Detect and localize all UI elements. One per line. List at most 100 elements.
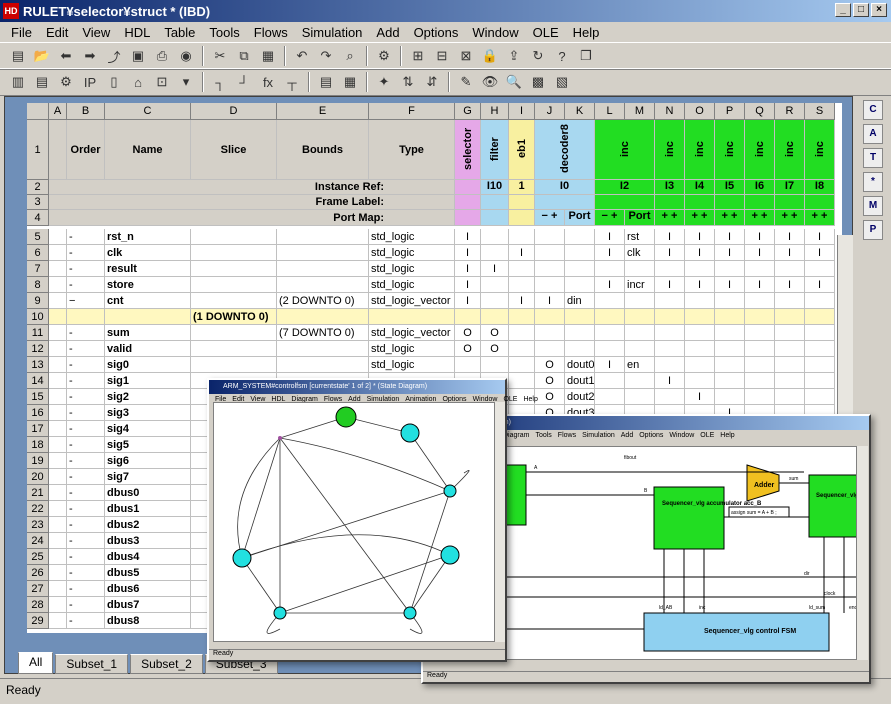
pen-icon[interactable]: ✎ bbox=[455, 71, 477, 93]
chip2-icon[interactable]: ▧ bbox=[551, 71, 573, 93]
cell-o[interactable] bbox=[685, 341, 715, 357]
cell-name[interactable]: dbus3 bbox=[105, 533, 191, 549]
cell-g[interactable]: I bbox=[455, 277, 481, 293]
cell-a[interactable] bbox=[49, 261, 67, 277]
state-1[interactable] bbox=[400, 423, 420, 443]
instance-header[interactable]: inc bbox=[655, 120, 685, 180]
cell-k[interactable] bbox=[565, 325, 595, 341]
cell-i[interactable] bbox=[509, 325, 535, 341]
cell-k[interactable] bbox=[565, 309, 595, 325]
cell-q[interactable] bbox=[745, 309, 775, 325]
menu-edit[interactable]: Edit bbox=[39, 25, 75, 40]
cell-k[interactable] bbox=[565, 277, 595, 293]
cell-i[interactable] bbox=[509, 373, 535, 389]
tab-subset_2[interactable]: Subset_2 bbox=[130, 654, 203, 674]
cell-name[interactable]: cnt bbox=[105, 293, 191, 309]
cell-r[interactable] bbox=[775, 389, 805, 405]
cell-l[interactable] bbox=[595, 293, 625, 309]
cell-k[interactable]: dout0 bbox=[565, 357, 595, 373]
row-header[interactable]: 1 bbox=[27, 120, 49, 180]
cell-q[interactable] bbox=[745, 357, 775, 373]
cell-p[interactable] bbox=[715, 389, 745, 405]
globe-icon[interactable]: ◉ bbox=[175, 45, 197, 67]
cell-o[interactable] bbox=[685, 325, 715, 341]
cell-order[interactable]: - bbox=[67, 565, 105, 581]
col-header-j[interactable]: J bbox=[535, 103, 565, 120]
row-header[interactable]: 14 bbox=[27, 373, 49, 389]
portmap-cell[interactable]: − + bbox=[595, 210, 625, 226]
row-header[interactable]: 9 bbox=[27, 293, 49, 309]
row-header[interactable]: 6 bbox=[27, 245, 49, 261]
cell-i[interactable]: I bbox=[509, 245, 535, 261]
cell-order[interactable]: - bbox=[67, 389, 105, 405]
cell-name[interactable]: sig5 bbox=[105, 437, 191, 453]
portmap-cell[interactable]: + + bbox=[655, 210, 685, 226]
row-header[interactable]: 7 bbox=[27, 261, 49, 277]
cell-r[interactable] bbox=[775, 341, 805, 357]
cell-a[interactable] bbox=[49, 501, 67, 517]
cell-order[interactable]: - bbox=[67, 533, 105, 549]
cell-l[interactable] bbox=[595, 309, 625, 325]
cell-name[interactable] bbox=[105, 309, 191, 325]
cell-l[interactable] bbox=[595, 341, 625, 357]
cell-r[interactable] bbox=[775, 309, 805, 325]
cell-name[interactable]: dbus5 bbox=[105, 565, 191, 581]
cell-h[interactable]: I bbox=[481, 261, 509, 277]
corner-cell[interactable] bbox=[27, 103, 49, 120]
cell-l[interactable]: I bbox=[595, 245, 625, 261]
cell-nn[interactable] bbox=[655, 389, 685, 405]
cell-nn[interactable]: I bbox=[655, 373, 685, 389]
cell-bounds[interactable] bbox=[277, 341, 369, 357]
row-header[interactable]: 18 bbox=[27, 437, 49, 453]
cell-s[interactable]: I bbox=[805, 229, 835, 245]
cell-name[interactable]: sig6 bbox=[105, 453, 191, 469]
sort-desc-icon[interactable]: ⇵ bbox=[421, 71, 443, 93]
cell-order[interactable]: - bbox=[67, 341, 105, 357]
cell-order[interactable]: - bbox=[67, 581, 105, 597]
doc-icon[interactable]: ▤ bbox=[315, 71, 337, 93]
instance-header[interactable]: inc bbox=[745, 120, 775, 180]
cell-order[interactable]: - bbox=[67, 261, 105, 277]
cell-slice[interactable] bbox=[191, 261, 277, 277]
cell-nn[interactable]: I bbox=[655, 245, 685, 261]
maximize-button[interactable]: □ bbox=[853, 3, 869, 17]
cell-slice[interactable] bbox=[191, 245, 277, 261]
instance-header[interactable]: inc bbox=[715, 120, 745, 180]
cell-nn[interactable] bbox=[655, 293, 685, 309]
print-icon[interactable]: ⎙ bbox=[151, 45, 173, 67]
connect3-icon[interactable]: ┬ bbox=[281, 71, 303, 93]
cell-q[interactable] bbox=[745, 325, 775, 341]
redo-icon[interactable]: ↷ bbox=[315, 45, 337, 67]
cell-k[interactable]: din bbox=[565, 293, 595, 309]
cell-name[interactable]: rst_n bbox=[105, 229, 191, 245]
menu-window[interactable]: Window bbox=[465, 25, 525, 40]
cell-name[interactable]: sig2 bbox=[105, 389, 191, 405]
cell-a[interactable] bbox=[49, 581, 67, 597]
cut-icon[interactable]: ✂ bbox=[209, 45, 231, 67]
cell-a[interactable] bbox=[49, 405, 67, 421]
cell-m[interactable]: clk bbox=[625, 245, 655, 261]
eye-icon[interactable]: 👁 bbox=[479, 71, 501, 93]
cell-i[interactable] bbox=[509, 277, 535, 293]
cell-r[interactable]: I bbox=[775, 277, 805, 293]
instance-header[interactable]: decoder8 bbox=[535, 120, 595, 180]
cell-name[interactable]: sig3 bbox=[105, 405, 191, 421]
col-header-a[interactable]: A bbox=[49, 103, 67, 120]
hierarchy3-icon[interactable]: ⊠ bbox=[455, 45, 477, 67]
paste-icon[interactable]: ▦ bbox=[257, 45, 279, 67]
cell-slice[interactable] bbox=[191, 341, 277, 357]
cell-a[interactable] bbox=[49, 341, 67, 357]
cell-order[interactable]: - bbox=[67, 549, 105, 565]
menu-simulation[interactable]: Simulation bbox=[295, 25, 370, 40]
portmap-cell[interactable]: + + bbox=[775, 210, 805, 226]
close-button[interactable]: × bbox=[871, 3, 887, 17]
col-header-q[interactable]: Q bbox=[745, 103, 775, 120]
cell-name[interactable]: result bbox=[105, 261, 191, 277]
col-header-s[interactable]: S bbox=[805, 103, 835, 120]
cell-nn[interactable] bbox=[655, 261, 685, 277]
row-header[interactable]: 25 bbox=[27, 549, 49, 565]
cell-s[interactable] bbox=[805, 293, 835, 309]
portmap-cell[interactable]: Port bbox=[625, 210, 655, 226]
cell-a[interactable] bbox=[49, 325, 67, 341]
portmap-cell[interactable]: + + bbox=[715, 210, 745, 226]
